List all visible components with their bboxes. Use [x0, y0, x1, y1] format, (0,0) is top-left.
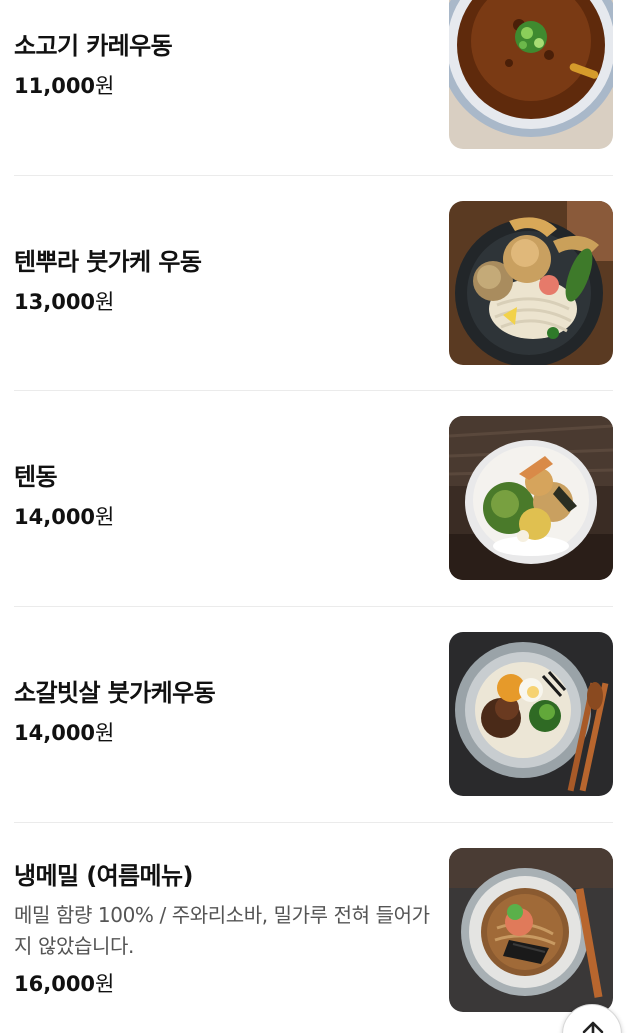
curry-udon-photo [449, 0, 613, 149]
menu-item-price: 14,000원 [14, 503, 114, 531]
item-divider [14, 822, 613, 823]
price-currency: 원 [95, 972, 115, 996]
menu-item-name: 텐뿌라 붓가케 우동 [14, 248, 202, 276]
menu-item[interactable]: 텐뿌라 붓가케 우동 13,000원 [14, 201, 613, 365]
menu-item[interactable]: 텐동 14,000원 [14, 416, 613, 580]
menu-item-description: 메밀 함량 100% / 주와리소바, 밀가루 전혀 들어가지 않았습니다. [14, 903, 430, 958]
menu-item-name: 텐동 [14, 463, 58, 491]
menu-item[interactable]: 소갈빗살 붓가케우동 14,000원 [14, 632, 613, 796]
price-value: 14,000 [14, 505, 96, 529]
item-divider [14, 175, 613, 176]
menu-item-price: 16,000원 [14, 970, 114, 998]
price-value: 16,000 [14, 972, 96, 996]
item-divider [14, 606, 613, 607]
tendon-photo [449, 416, 613, 580]
menu-item[interactable]: 소고기 카레우동 11,000원 [14, 0, 613, 149]
price-currency: 원 [95, 505, 115, 529]
price-value: 14,000 [14, 721, 96, 745]
tempura-bukkake-udon-photo [449, 201, 613, 365]
menu-item-price: 14,000원 [14, 719, 114, 747]
menu-item-name: 소갈빗살 붓가케우동 [14, 679, 216, 707]
menu-item[interactable]: 냉메밀 (여름메뉴) 메밀 함량 100% / 주와리소바, 밀가루 전혀 들어… [14, 848, 613, 1012]
price-value: 11,000 [14, 74, 96, 98]
beef-rib-bukkake-udon-photo [449, 632, 613, 796]
item-divider [14, 390, 613, 391]
price-currency: 원 [95, 721, 115, 745]
menu-item-price: 11,000원 [14, 72, 114, 100]
price-currency: 원 [95, 290, 115, 314]
price-currency: 원 [95, 74, 115, 98]
menu-page: 소고기 카레우동 11,000원 텐뿌라 붓가케 우동 13,000원 텐동 1… [0, 0, 627, 1033]
arrow-up-icon [582, 1021, 604, 1033]
menu-item-name: 냉메밀 (여름메뉴) [14, 862, 193, 890]
menu-item-price: 13,000원 [14, 288, 114, 316]
menu-item-name: 소고기 카레우동 [14, 32, 173, 60]
price-value: 13,000 [14, 290, 96, 314]
cold-soba-photo [449, 848, 613, 1012]
